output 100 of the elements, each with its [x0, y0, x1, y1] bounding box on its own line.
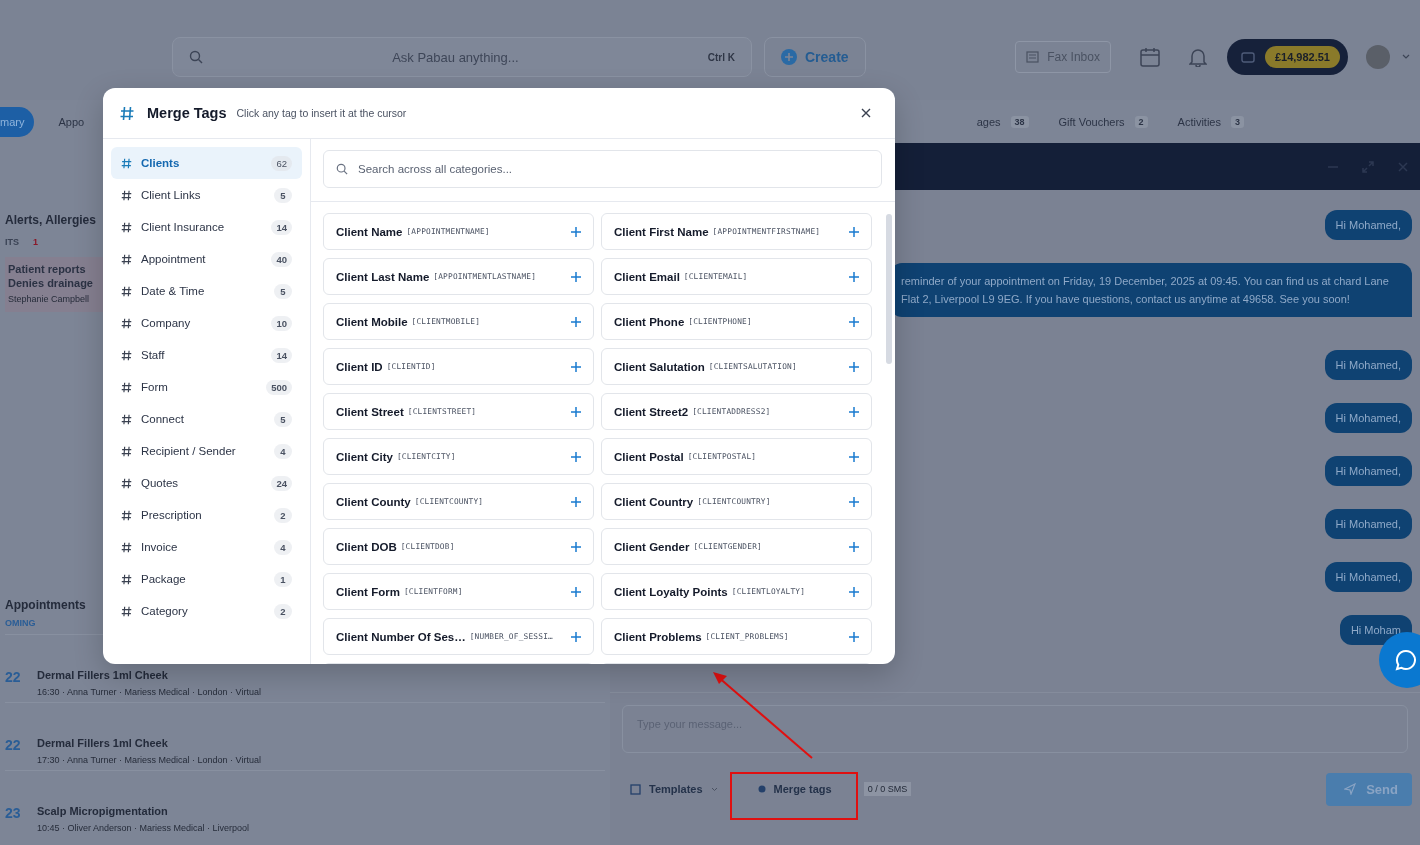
bell-icon[interactable]	[1188, 47, 1207, 67]
count-badge: 5	[274, 187, 292, 203]
category-item[interactable]: Appointment 40	[111, 243, 302, 275]
category-item[interactable]: Category 2	[111, 595, 302, 627]
appointment-title[interactable]: Scalp Micropigmentation	[37, 805, 250, 817]
avatar[interactable]	[1366, 45, 1390, 69]
shortcut-hint: Ctrl K	[707, 51, 735, 63]
message-bubble: Hi Mohamed,	[1324, 403, 1412, 433]
hash-icon	[121, 189, 132, 201]
scrollbar[interactable]	[886, 214, 892, 364]
count-badge: 24	[271, 475, 292, 491]
balance-pill[interactable]: £14,982.51	[1226, 39, 1348, 75]
plus-icon	[849, 586, 859, 597]
category-item[interactable]: Client Links 5	[111, 179, 302, 211]
tab[interactable]: Activities 3	[1171, 106, 1250, 137]
plus-icon	[849, 496, 859, 507]
hash-icon	[121, 509, 132, 521]
category-label: Client Insurance	[141, 221, 226, 233]
tab[interactable]: ages 38	[970, 106, 1035, 137]
category-item[interactable]: Quotes 24	[111, 467, 302, 499]
category-label: Appointment	[141, 253, 207, 265]
dialog-title: Merge Tags	[147, 105, 227, 121]
sms-counter: 0 / 0 SMS	[863, 782, 912, 796]
count-badge: 1	[274, 571, 292, 587]
message-bubble: Hi Mohamed,	[1324, 562, 1412, 592]
section-title: Appointments	[5, 598, 86, 612]
appointment-details: 16:30 · Anna Turner · Mariess Medical · London · Virtual	[37, 687, 261, 697]
category-label: Package	[141, 573, 187, 585]
count-badge: 500	[266, 379, 292, 395]
hash-icon	[121, 317, 132, 329]
tag-label: Client Salutation	[614, 360, 705, 373]
calendar-icon[interactable]	[1138, 46, 1161, 68]
plus-icon	[571, 586, 581, 597]
category-item[interactable]: Connect 5	[111, 403, 302, 435]
hash-icon	[121, 541, 132, 553]
tag-label: Client Form	[336, 585, 400, 598]
category-label: Invoice	[141, 541, 179, 553]
tag-label: Client County	[336, 495, 411, 508]
category-label: Connect	[141, 413, 185, 425]
count-badge: 10	[271, 315, 292, 331]
tab[interactable]: Gift Vouchers 2	[1052, 106, 1154, 137]
category-item[interactable]: Form 500	[111, 371, 302, 403]
hash-icon	[121, 349, 132, 361]
plus-icon	[849, 631, 859, 642]
tag-label: Client Postal	[614, 450, 684, 463]
tag-label: Client First Name	[614, 225, 709, 238]
category-label: Staff	[141, 349, 166, 361]
category-item[interactable]: Prescription 2	[111, 499, 302, 531]
tag-label: Client Mobile	[336, 315, 408, 328]
hash-icon	[121, 285, 132, 297]
plus-icon	[849, 271, 859, 282]
section-subtitle: ITS	[5, 237, 19, 247]
count-badge: 40	[271, 251, 292, 267]
category-item[interactable]: Clients 62	[111, 147, 302, 179]
close-icon	[861, 108, 871, 118]
category-item[interactable]: Recipient / Sender 4	[111, 435, 302, 467]
category-label: Form	[141, 381, 169, 393]
plus-icon	[571, 361, 581, 372]
category-label: Prescription	[141, 509, 203, 521]
count-badge: 5	[274, 283, 292, 299]
plus-icon	[571, 406, 581, 417]
category-item[interactable]: Invoice 4	[111, 531, 302, 563]
hash-icon	[121, 605, 132, 617]
hash-icon	[121, 221, 132, 233]
tag-label: Client City	[336, 450, 393, 463]
count-badge: 4	[274, 443, 292, 459]
hash-icon	[120, 105, 134, 121]
section-title: Alerts, Allergies	[5, 213, 96, 227]
category-label: Quotes	[141, 477, 180, 489]
category-item[interactable]: Date & Time 5	[111, 275, 302, 307]
appointment-title[interactable]: Dermal Fillers 1ml Cheek	[37, 737, 261, 749]
count-badge: 2	[274, 507, 292, 523]
expand-icon[interactable]	[1362, 160, 1374, 173]
hash-icon	[121, 573, 132, 585]
search-icon	[189, 50, 203, 64]
category-label: Date & Time	[141, 285, 206, 297]
count-badge: 2	[274, 603, 292, 619]
tag-label: Client DOB	[336, 540, 397, 553]
appointment-title[interactable]: Dermal Fillers 1ml Cheek	[37, 669, 261, 681]
count-badge: 14	[271, 219, 292, 235]
category-label: Category	[141, 605, 189, 617]
hash-icon	[121, 381, 132, 393]
category-item[interactable]: Package 1	[111, 563, 302, 595]
caret-icon[interactable]	[1402, 54, 1410, 60]
count-badge: 14	[271, 347, 292, 363]
search-field[interactable]: Search across all categories...	[323, 150, 882, 188]
category-item[interactable]: Client Insurance 14	[111, 211, 302, 243]
alert-text: Denies drainage	[8, 277, 93, 289]
tag-label: Client Email	[614, 270, 680, 283]
tag-label: Client Phone	[614, 315, 685, 328]
category-item[interactable]: Company 10	[111, 307, 302, 339]
category-label: Clients	[141, 157, 181, 169]
count-badge: 62	[271, 155, 292, 171]
alert-text: Patient reports	[8, 263, 86, 275]
plus-icon	[571, 631, 581, 642]
send-icon	[1344, 783, 1357, 795]
tag-label: Client Gender	[614, 540, 690, 553]
category-item[interactable]: Staff 14	[111, 339, 302, 371]
close-icon[interactable]	[1398, 161, 1408, 172]
plus-icon	[571, 541, 581, 552]
